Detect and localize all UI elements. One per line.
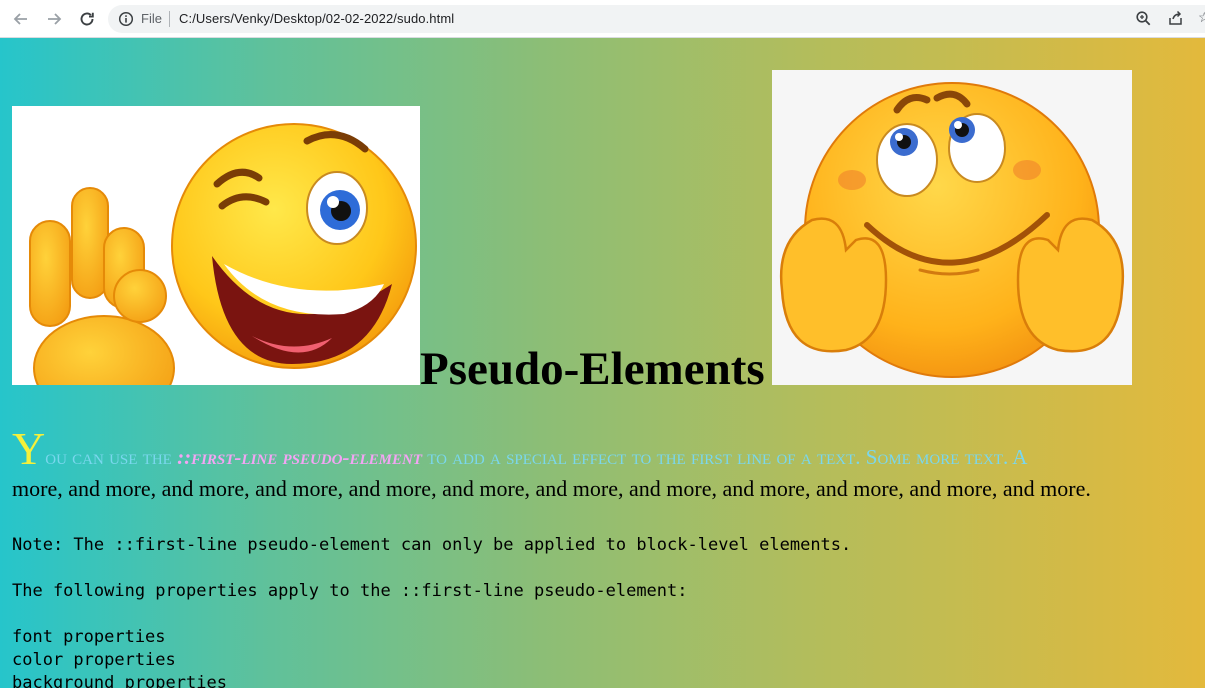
- list-item: font properties: [12, 627, 166, 647]
- reload-button[interactable]: [76, 9, 98, 29]
- forward-button[interactable]: [43, 9, 65, 29]
- browser-toolbar: File C:/Users/Venky/Desktop/02-02-2022/s…: [0, 0, 1205, 38]
- properties-intro-text: The following properties apply to the ::…: [12, 581, 688, 601]
- address-bar[interactable]: File C:/Users/Venky/Desktop/02-02-2022/s…: [108, 5, 1205, 33]
- scheme-label: File: [141, 11, 162, 26]
- share-icon[interactable]: [1167, 10, 1184, 27]
- first-line-code-text: ::first-line pseudo-element: [177, 445, 423, 469]
- properties-list: font properties color properties backgro…: [12, 626, 227, 688]
- info-icon[interactable]: [118, 11, 134, 27]
- paragraph-second-line: more, and more, and more, and more, and …: [12, 476, 1091, 501]
- note-text: Note: The ::first-line pseudo-element ca…: [12, 535, 852, 555]
- back-arrow-icon: [13, 13, 27, 25]
- drop-letter: Y: [12, 423, 46, 474]
- url-text[interactable]: C:/Users/Venky/Desktop/02-02-2022/sudo.h…: [179, 11, 454, 26]
- list-item: color properties: [12, 650, 176, 670]
- first-line-paragraph: You can use the ::first-line pseudo-elem…: [12, 426, 1205, 504]
- list-item: background properties: [12, 673, 227, 688]
- address-divider: [169, 11, 170, 27]
- page-viewport: Pseudo-Elements You can use the::first-…: [0, 38, 1205, 688]
- back-button[interactable]: [10, 9, 32, 29]
- wink-emoji-icon: [29, 123, 417, 385]
- reload-icon: [80, 12, 94, 26]
- first-line-text-b: to add a special effect to the first lin…: [422, 445, 1028, 469]
- forward-arrow-icon: [48, 13, 62, 25]
- styled-first-line: You can use the ::first-line pseudo-elem…: [12, 426, 1028, 472]
- dreamy-emoji-icon: [779, 82, 1125, 378]
- page-title: Pseudo-Elements: [420, 343, 765, 395]
- zoom-icon[interactable]: [1135, 10, 1152, 27]
- bookmark-star-icon[interactable]: ☆: [1198, 9, 1205, 26]
- wink-emoji-image: [12, 106, 420, 385]
- dreamy-emoji-image: [772, 70, 1132, 385]
- first-line-text-a: ou can use the: [45, 445, 178, 469]
